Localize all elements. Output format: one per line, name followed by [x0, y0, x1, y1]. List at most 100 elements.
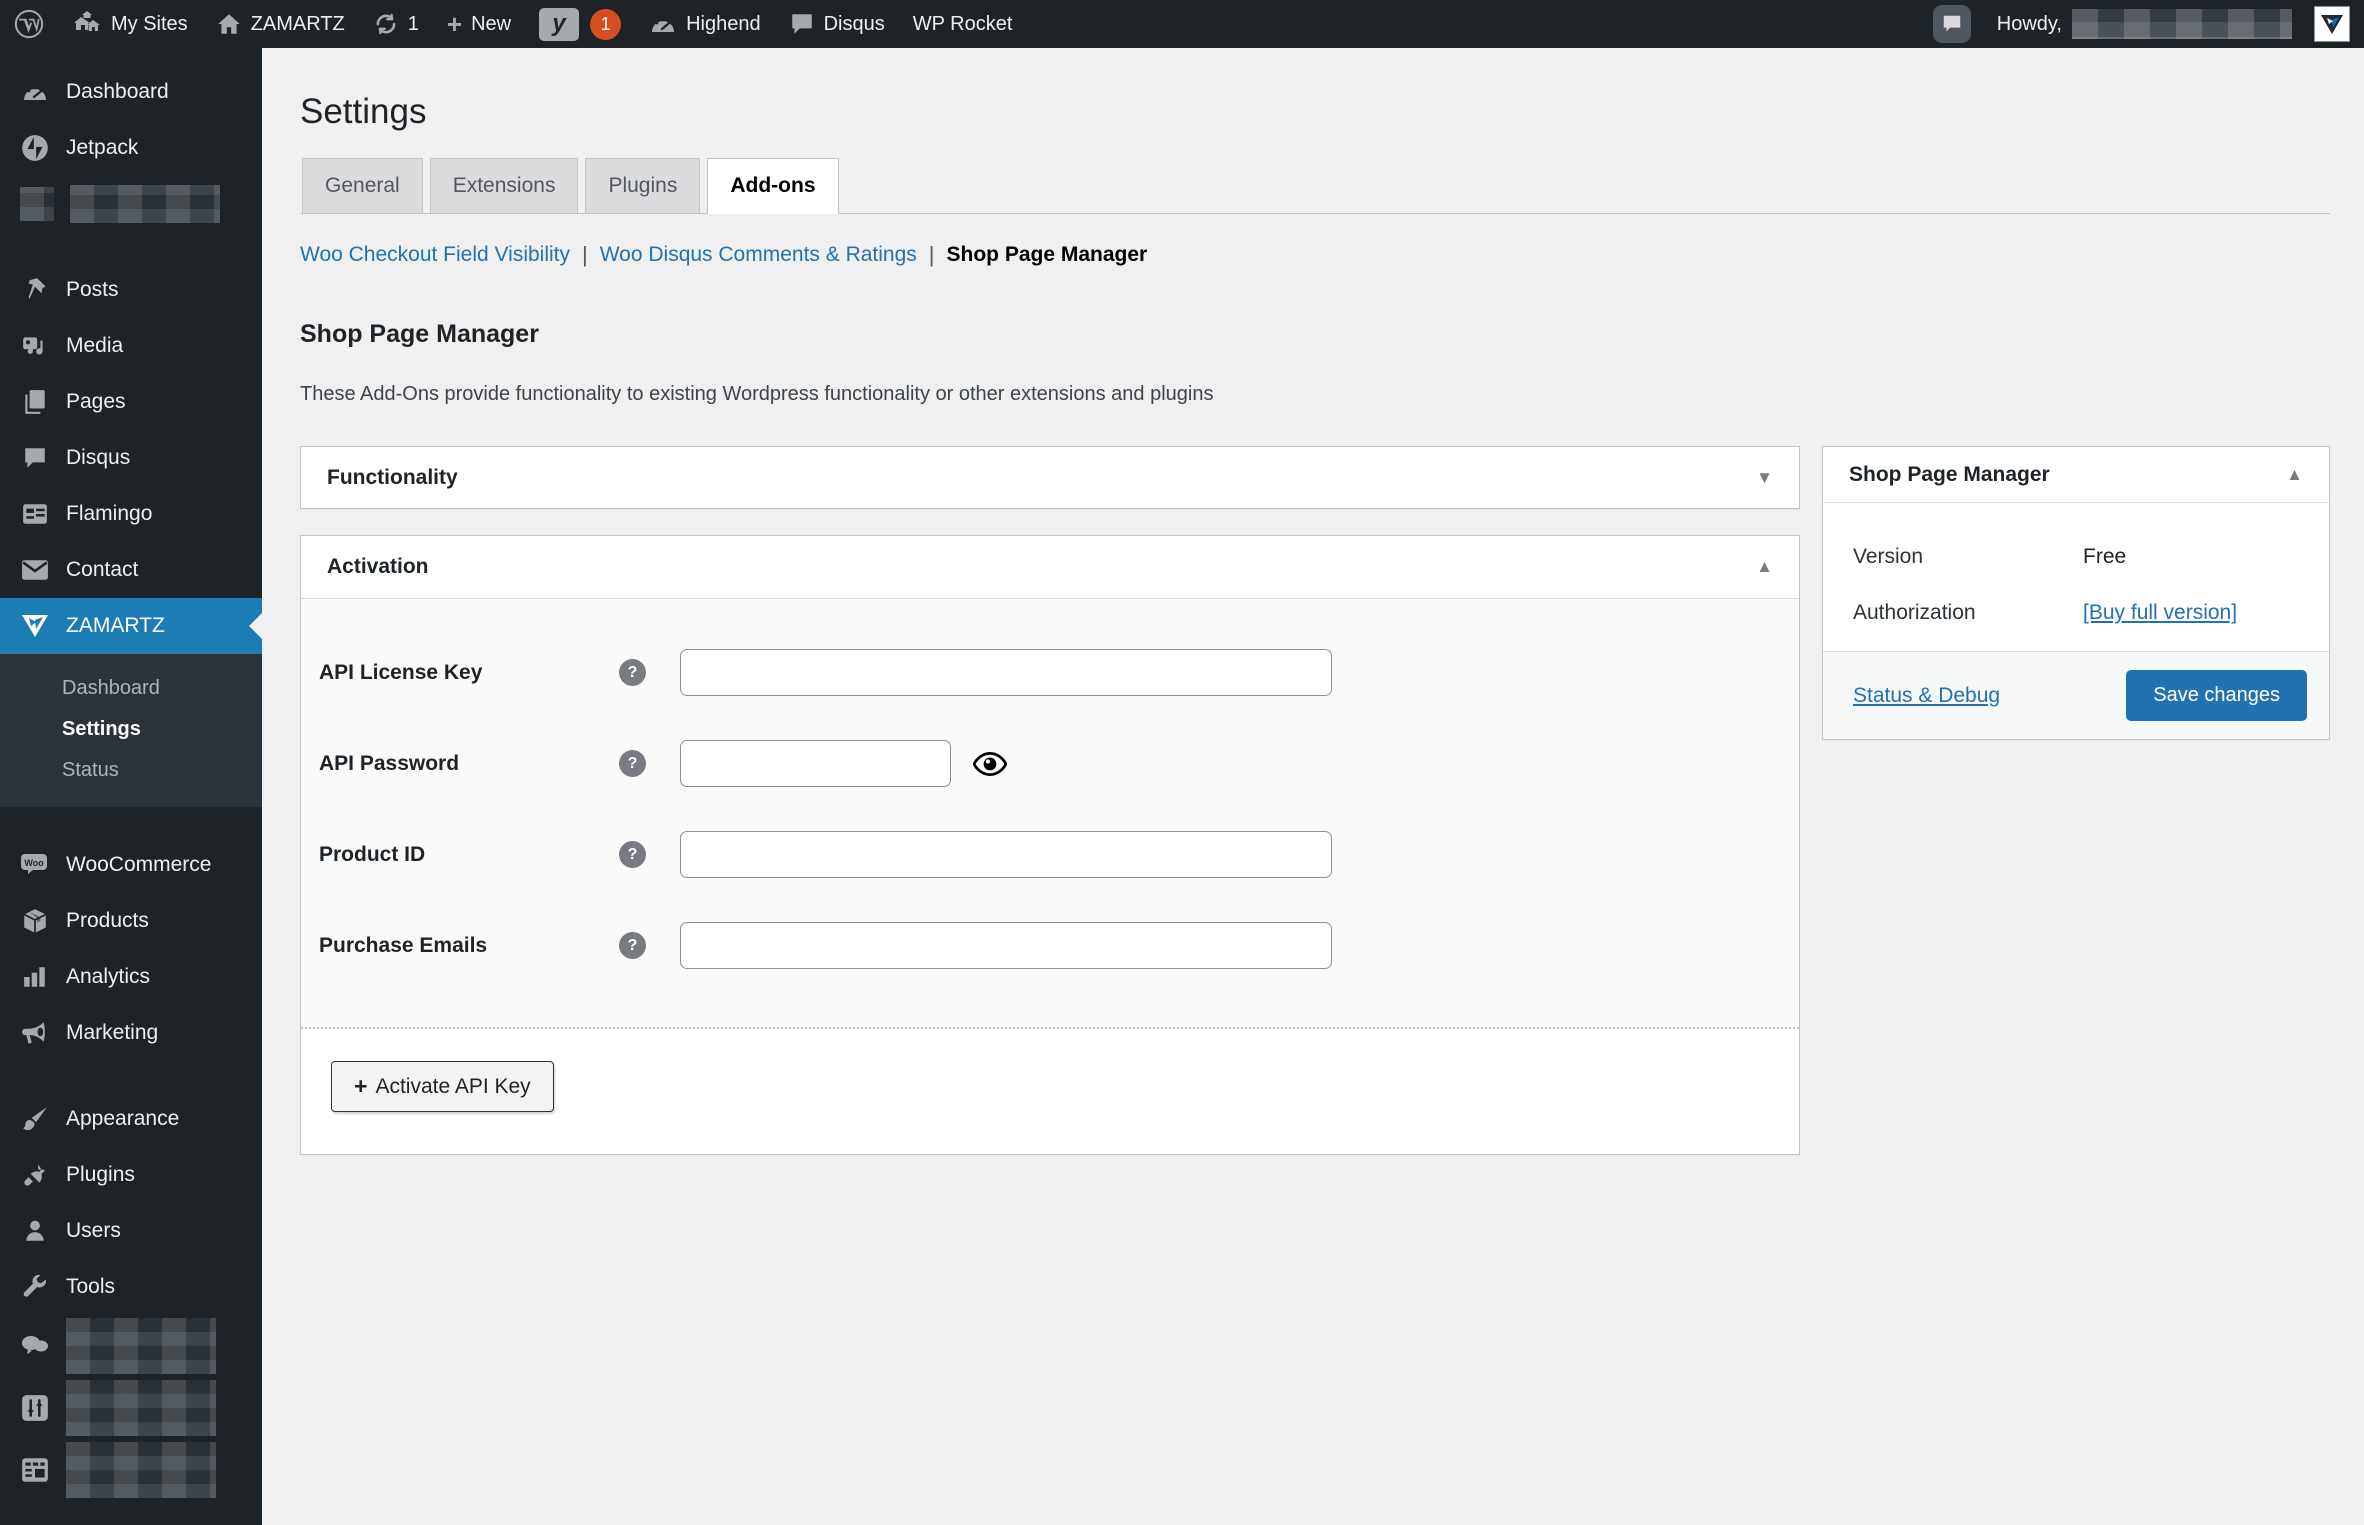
sidebar-item-posts[interactable]: Posts — [0, 262, 262, 318]
buy-full-version-link[interactable]: [Buy full version] — [2083, 601, 2237, 625]
sidebar-label: Posts — [66, 278, 119, 302]
sidebar-item-pages[interactable]: Pages — [0, 374, 262, 430]
help-icon[interactable]: ? — [619, 659, 646, 686]
sidebar-item-redacted[interactable] — [0, 1439, 262, 1501]
settings-column: Functionality ▼ Activation ▲ API License… — [300, 446, 1800, 1155]
sidebar-item-media[interactable]: Media — [0, 318, 262, 374]
activation-accordion[interactable]: Activation ▲ — [301, 536, 1799, 599]
disqus-menu[interactable]: Disqus — [775, 0, 899, 48]
cloud-bubbles-icon — [20, 1332, 50, 1360]
sidebar-label: Disqus — [66, 446, 130, 470]
my-sites-menu[interactable]: My Sites — [58, 0, 202, 48]
product-id-input[interactable] — [680, 831, 1332, 878]
account-menu[interactable]: Howdy, — [1997, 6, 2350, 42]
media-icon — [20, 333, 50, 359]
sidebar-label: Analytics — [66, 965, 150, 989]
help-icon[interactable]: ? — [619, 841, 646, 868]
sidebar-item-appearance[interactable]: Appearance — [0, 1091, 262, 1147]
wp-rocket-label: WP Rocket — [913, 13, 1013, 36]
sidebar-label: Dashboard — [66, 80, 169, 104]
tab-general[interactable]: General — [302, 158, 423, 213]
purchase-emails-input[interactable] — [680, 922, 1332, 969]
api-license-key-input[interactable] — [680, 649, 1332, 696]
sidebar-item-contact[interactable]: Contact — [0, 542, 262, 598]
tab-extensions[interactable]: Extensions — [430, 158, 579, 213]
sidebar-item-tools[interactable]: Tools — [0, 1259, 262, 1315]
sidebar-item-dashboard[interactable]: Dashboard — [0, 64, 262, 120]
sidebar-item-redacted[interactable] — [0, 1315, 262, 1377]
submenu-item-status[interactable]: Status — [0, 750, 262, 791]
new-menu[interactable]: + New — [433, 0, 525, 48]
addon-subnav: Woo Checkout Field Visibility | Woo Disq… — [300, 242, 2330, 268]
subnav-link-woo-checkout[interactable]: Woo Checkout Field Visibility — [300, 243, 570, 267]
activate-api-key-label: Activate API Key — [375, 1075, 530, 1099]
wp-rocket-menu[interactable]: WP Rocket — [899, 0, 1027, 48]
product-id-row: Product ID ? — [319, 831, 1781, 878]
tab-add-ons[interactable]: Add-ons — [707, 158, 838, 214]
redacted-icon — [20, 187, 54, 221]
subnav-link-woo-disqus[interactable]: Woo Disqus Comments & Ratings — [600, 243, 917, 267]
redacted-label — [66, 1318, 216, 1374]
save-changes-button[interactable]: Save changes — [2126, 670, 2307, 721]
functionality-accordion[interactable]: Functionality ▼ — [300, 446, 1800, 509]
activation-title: Activation — [327, 555, 429, 579]
activate-api-key-button[interactable]: + Activate API Key — [331, 1061, 554, 1112]
wordpress-logo-icon — [14, 9, 44, 39]
sidebar-item-flamingo[interactable]: Flamingo — [0, 486, 262, 542]
api-password-input[interactable] — [680, 740, 951, 787]
sidebar-item-users[interactable]: Users — [0, 1203, 262, 1259]
authorization-row: Authorization [Buy full version] — [1853, 601, 2299, 625]
site-menu[interactable]: ZAMARTZ — [202, 0, 359, 48]
sidebar-item-redacted[interactable] — [0, 176, 262, 232]
sidebar-item-woocommerce[interactable]: Woo WooCommerce — [0, 837, 262, 893]
sidebar-item-analytics[interactable]: Analytics — [0, 949, 262, 1005]
sidebar-label: Contact — [66, 558, 138, 582]
main-content: Settings General Extensions Plugins Add-… — [262, 48, 2364, 1525]
sidebar-label: Plugins — [66, 1163, 135, 1187]
shop-page-manager-box-body: Version Free Authorization [Buy full ver… — [1823, 503, 2329, 651]
home-icon — [216, 11, 242, 37]
purchase-emails-row: Purchase Emails ? — [319, 922, 1781, 969]
highend-menu[interactable]: Highend — [635, 0, 775, 48]
wordpress-logo-menu[interactable] — [0, 0, 58, 48]
tab-plugins[interactable]: Plugins — [585, 158, 700, 213]
api-password-row: API Password ? — [319, 740, 1781, 787]
status-debug-link[interactable]: Status & Debug — [1853, 684, 2000, 708]
sidebar-item-disqus[interactable]: Disqus — [0, 430, 262, 486]
functionality-accordion-title: Functionality — [327, 466, 458, 490]
sidebar-label: Pages — [66, 390, 126, 414]
summary-column: Shop Page Manager ▲ Version Free Authori… — [1822, 446, 2330, 740]
subnav-current-shop-page-manager: Shop Page Manager — [947, 243, 1148, 267]
highend-label: Highend — [686, 13, 761, 36]
api-license-key-label: API License Key — [319, 661, 619, 685]
sidebar-label: Tools — [66, 1275, 115, 1299]
show-password-button[interactable] — [973, 751, 1007, 777]
shop-page-manager-box-header[interactable]: Shop Page Manager ▲ — [1823, 447, 2329, 503]
sidebar-item-jetpack[interactable]: Jetpack — [0, 120, 262, 176]
redacted-label — [66, 1380, 216, 1436]
submenu-item-settings[interactable]: Settings — [0, 709, 262, 750]
sidebar-item-zamartz[interactable]: ZAMARTZ — [0, 598, 262, 654]
admin-bar-right: Howdy, — [1933, 0, 2364, 48]
admin-bar-left: My Sites ZAMARTZ 1 + New y 1 Highend — [0, 0, 1026, 48]
howdy-label: Howdy, — [1997, 13, 2062, 36]
submenu-item-dashboard[interactable]: Dashboard — [0, 668, 262, 709]
help-icon[interactable]: ? — [619, 750, 646, 777]
updates-menu[interactable]: 1 — [359, 0, 433, 48]
yoast-notification-badge: 1 — [590, 9, 621, 40]
pages-icon — [20, 388, 50, 416]
sidebar-item-plugins[interactable]: Plugins — [0, 1147, 262, 1203]
purchase-emails-label: Purchase Emails — [319, 934, 619, 958]
yoast-menu[interactable]: y 1 — [525, 0, 635, 48]
site-name-label: ZAMARTZ — [251, 13, 345, 36]
sidebar-item-redacted[interactable] — [0, 1377, 262, 1439]
svg-text:Woo: Woo — [24, 858, 44, 868]
sidebar-item-products[interactable]: Products — [0, 893, 262, 949]
help-icon[interactable]: ? — [619, 932, 646, 959]
comments-shortcut-button[interactable] — [1933, 5, 1971, 43]
sidebar-item-marketing[interactable]: Marketing — [0, 1005, 262, 1061]
chevron-down-icon: ▼ — [1756, 468, 1773, 488]
plus-icon: + — [354, 1073, 367, 1100]
section-description: These Add-Ons provide functionality to e… — [300, 383, 2330, 406]
subnav-separator: | — [929, 242, 935, 268]
